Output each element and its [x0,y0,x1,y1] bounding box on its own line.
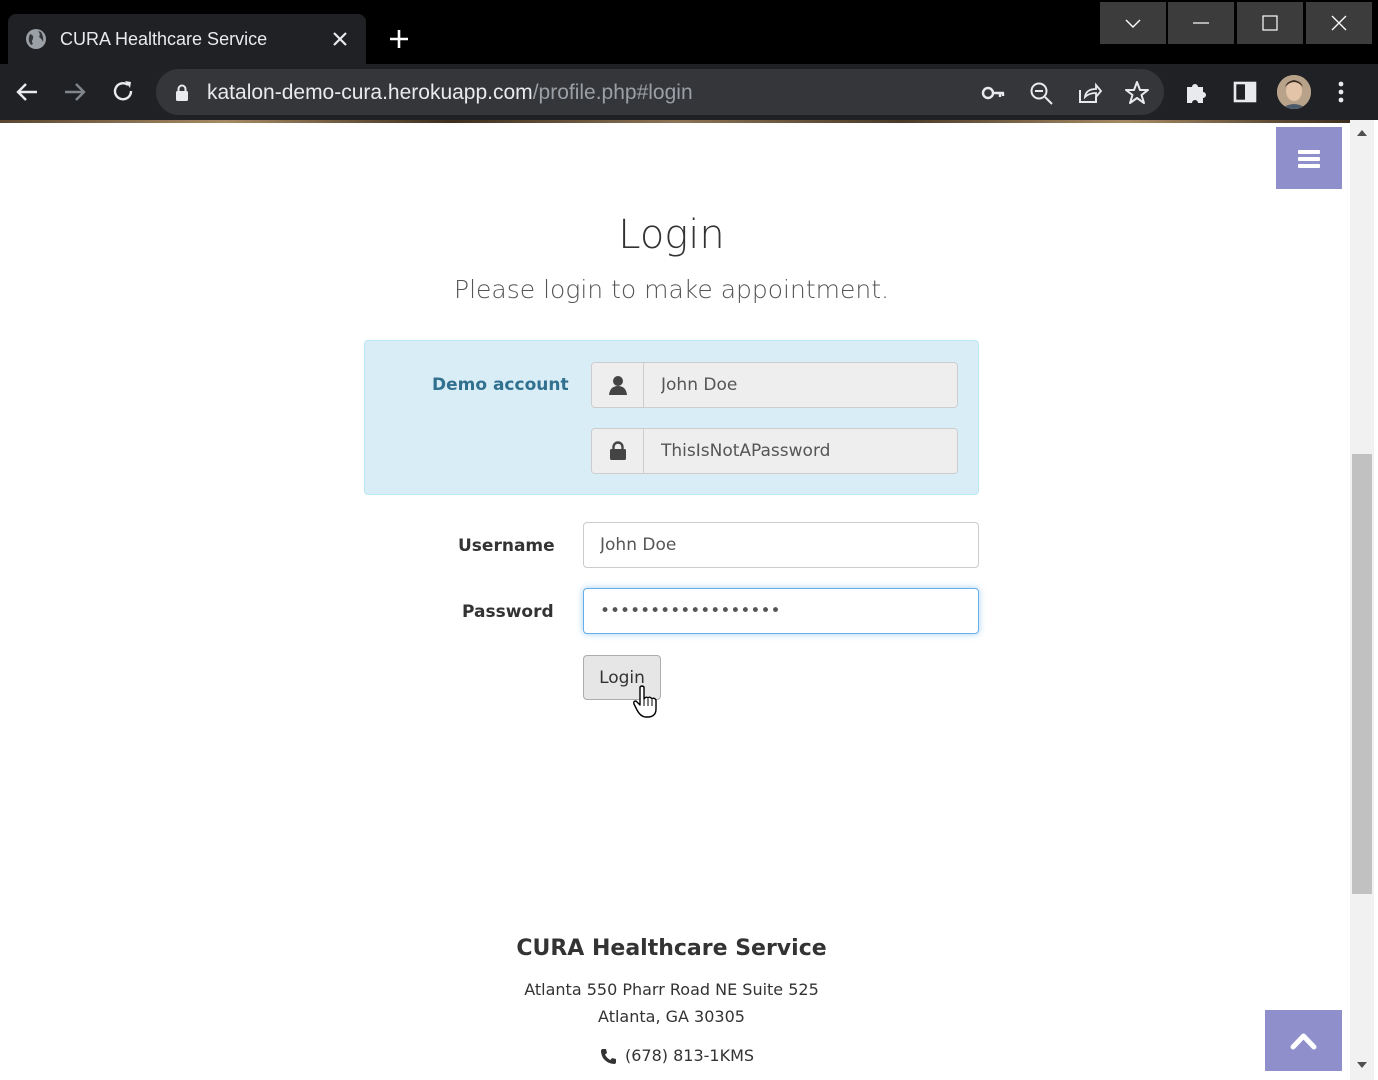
page-title: Login [618,212,725,258]
hamburger-icon-bar [1298,150,1320,154]
chevron-up-icon [1290,1033,1317,1050]
chevron-down-icon [1125,19,1141,28]
footer-address-line1: Atlanta 550 Pharr Road NE Suite 525 [524,980,819,999]
page-subtitle: Please login to make appointment. [454,275,889,304]
window-edge [1374,120,1378,1080]
maximize-button[interactable] [1237,2,1303,44]
footer-title: CURA Healthcare Service [516,936,827,961]
menu-toggle-button[interactable] [1276,127,1342,189]
lock-icon[interactable] [175,84,189,102]
extensions-puzzle-icon[interactable] [1183,78,1211,106]
url-text: katalon-demo-cura.herokuapp.com/profile.… [207,81,693,105]
url-path: /profile.php#login [532,81,693,104]
demo-password-field[interactable] [644,429,957,473]
address-bar[interactable]: katalon-demo-cura.herokuapp.com/profile.… [156,69,1164,115]
demo-account-panel: Demo account [364,340,979,495]
key-icon[interactable] [980,80,1006,106]
lock-icon [610,441,626,460]
scroll-down-arrow-icon[interactable] [1355,1058,1369,1072]
browser-tab[interactable]: CURA Healthcare Service [8,14,366,64]
star-icon[interactable] [1124,80,1150,106]
footer-address-line2: Atlanta, GA 30305 [598,1007,745,1026]
back-arrow-icon[interactable] [13,78,41,106]
tab-search-button[interactable] [1100,2,1166,44]
user-icon-addon [592,363,644,407]
page-content: Login Please login to make appointment. … [0,120,1350,1080]
phone-icon [601,1049,616,1064]
hamburger-icon-bar [1298,164,1320,168]
forward-arrow-icon[interactable] [61,78,89,106]
minimize-icon [1193,22,1209,24]
url-host: katalon-demo-cura.herokuapp.com [207,81,533,104]
scroll-to-top-button[interactable] [1265,1010,1342,1071]
password-input[interactable] [583,588,979,634]
footer-phone-number: (678) 813-1KMS [625,1046,755,1065]
tab-title: CURA Healthcare Service [60,29,268,49]
scrollbar-thumb[interactable] [1352,454,1372,894]
lock-icon-addon [592,429,644,473]
browser-titlebar: CURA Healthcare Service [0,0,1378,64]
reload-icon[interactable] [109,78,137,106]
share-icon[interactable] [1076,80,1102,106]
user-icon [609,376,627,395]
zoom-out-icon[interactable] [1028,80,1054,106]
profile-avatar[interactable] [1277,75,1311,109]
close-window-button[interactable] [1306,2,1372,44]
header-image-edge [0,120,1350,123]
more-vertical-icon[interactable] [1327,78,1355,106]
demo-username-group [591,362,958,408]
hamburger-icon-bar [1298,157,1320,161]
username-input[interactable] [583,522,979,568]
hand-cursor-icon [633,685,657,718]
username-label: Username [458,536,555,556]
globe-icon [26,29,46,49]
close-tab-icon[interactable] [328,27,352,51]
password-label: Password [462,602,554,622]
demo-password-group [591,428,958,474]
browser-toolbar: katalon-demo-cura.herokuapp.com/profile.… [0,64,1378,120]
demo-username-field[interactable] [644,363,957,407]
minimize-button[interactable] [1168,2,1234,44]
side-panel-icon[interactable] [1231,78,1259,106]
maximize-icon [1262,15,1278,31]
demo-account-label: Demo account [432,375,569,395]
scroll-up-arrow-icon[interactable] [1355,126,1369,140]
close-icon [1331,15,1347,31]
profile-photo-icon [1277,75,1311,109]
new-tab-icon[interactable] [386,26,412,52]
